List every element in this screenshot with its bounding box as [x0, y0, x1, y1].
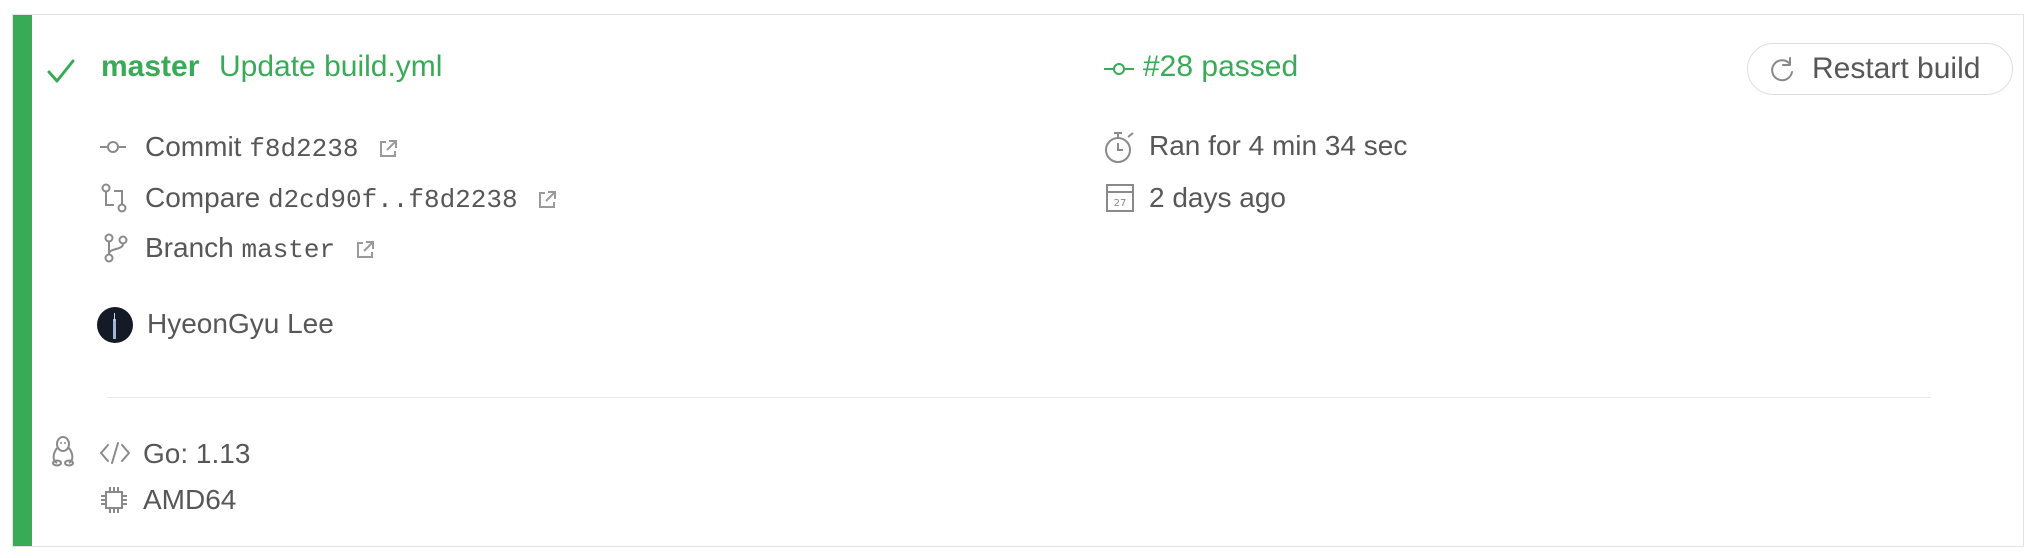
build-number-status[interactable]: #28 passed: [1143, 49, 1298, 85]
commit-row: Commit f8d2238: [145, 130, 398, 166]
section-divider: [107, 397, 1931, 398]
cpu-icon: [101, 487, 127, 513]
svg-text:27: 27: [1114, 198, 1127, 209]
external-link-icon[interactable]: [537, 190, 557, 210]
branch-label: Branch: [145, 232, 234, 263]
commit-label: Commit: [145, 131, 242, 162]
external-link-icon[interactable]: [378, 139, 398, 159]
avatar-image: [113, 313, 116, 339]
commit-icon: [1104, 63, 1134, 75]
check-icon: [47, 59, 75, 83]
external-link-icon[interactable]: [355, 240, 375, 260]
stopwatch-icon: [1105, 132, 1134, 163]
compare-icon: [101, 183, 127, 213]
compare-label: Compare: [145, 182, 261, 213]
commit-hash-link[interactable]: f8d2238: [249, 134, 358, 164]
build-status-bar: [13, 15, 32, 546]
commit-icon: [100, 141, 126, 153]
job-language: Go: 1.13: [143, 438, 251, 469]
author-avatar: [97, 307, 133, 343]
build-summary-card: master Update build.yml #28 passed Resta…: [12, 14, 2024, 547]
restart-icon: [1771, 57, 1793, 82]
code-icon: [100, 442, 130, 464]
restart-build-label: Restart build: [1812, 52, 1981, 85]
build-finished-time: 2 days ago: [1149, 182, 1286, 213]
compare-range-link[interactable]: d2cd90f..f8d2238: [268, 185, 518, 215]
compare-row: Compare d2cd90f..f8d2238: [145, 181, 557, 217]
build-branch-link[interactable]: master: [101, 49, 199, 85]
branch-row: Branch master: [145, 231, 375, 267]
job-arch: AMD64: [143, 484, 237, 515]
calendar-icon: 27: [1106, 184, 1134, 212]
author-name: HyeonGyu Lee: [147, 308, 334, 339]
build-commit-message[interactable]: Update build.yml: [219, 49, 442, 85]
branch-name-link[interactable]: master: [242, 235, 336, 265]
branch-icon: [104, 233, 128, 263]
restart-build-button[interactable]: Restart build: [1747, 43, 2013, 95]
build-duration: Ran for 4 min 34 sec: [1149, 130, 1408, 161]
linux-icon: [52, 436, 74, 467]
